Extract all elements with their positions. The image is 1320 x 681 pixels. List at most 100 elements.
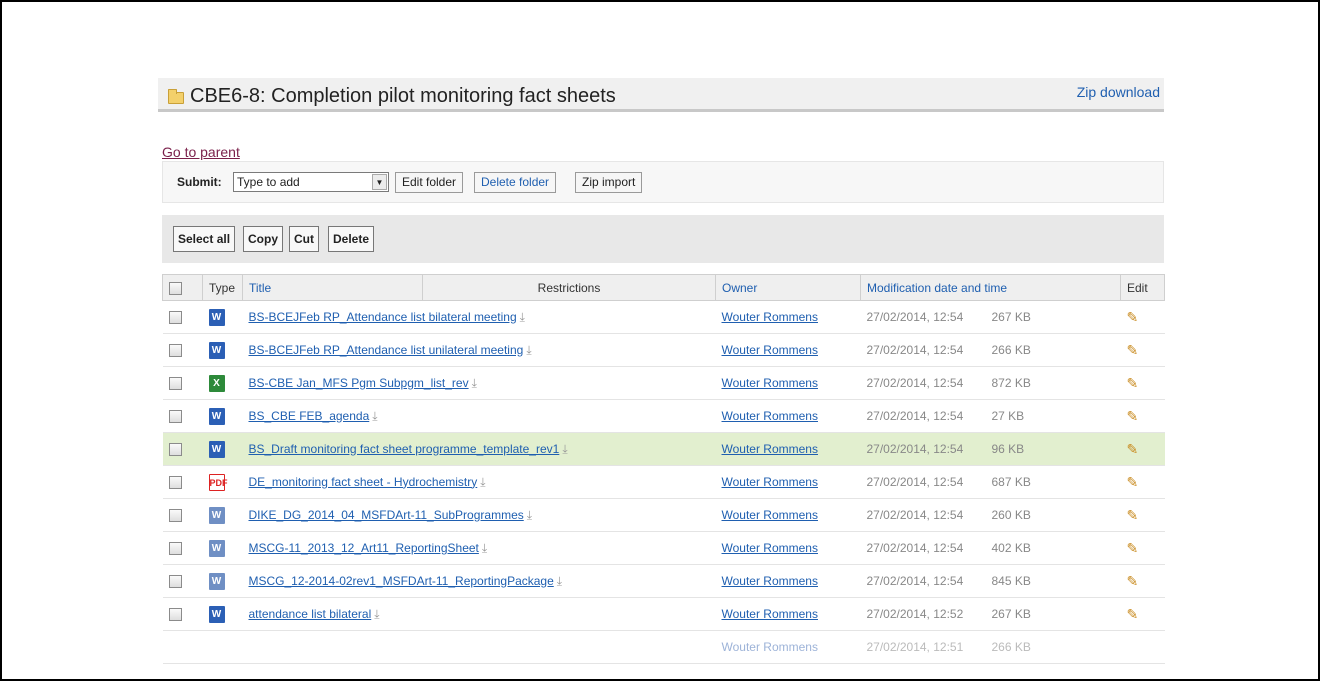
file-title-link[interactable]: BS_CBE FEB_agenda xyxy=(249,409,370,423)
row-checkbox-cell[interactable] xyxy=(162,333,203,367)
edit-cell[interactable]: ✎ xyxy=(1120,366,1165,400)
row-checkbox-cell[interactable] xyxy=(162,366,203,400)
edit-cell[interactable] xyxy=(1120,630,1165,664)
row-checkbox[interactable] xyxy=(168,344,182,358)
owner-link[interactable]: Wouter Rommens xyxy=(722,376,818,390)
file-title-link[interactable]: MSCG-11_2013_12_Art11_ReportingSheet xyxy=(249,541,479,555)
row-checkbox-cell[interactable] xyxy=(162,630,203,664)
row-checkbox[interactable] xyxy=(168,311,182,325)
row-checkbox[interactable] xyxy=(168,509,182,523)
pencil-icon[interactable]: ✎ xyxy=(1127,573,1139,590)
download-icon[interactable]: ⤓ xyxy=(520,310,525,324)
row-checkbox[interactable] xyxy=(168,476,182,490)
select-all-button[interactable]: Select all xyxy=(173,226,236,252)
row-checkbox-cell[interactable] xyxy=(162,432,203,466)
copy-button[interactable]: Copy xyxy=(243,226,283,252)
pencil-icon[interactable]: ✎ xyxy=(1127,474,1139,491)
row-checkbox-cell[interactable] xyxy=(162,597,203,631)
title-column-header[interactable]: Title xyxy=(242,274,423,301)
submit-type-select[interactable]: Type to add ▼ xyxy=(233,172,389,192)
download-icon[interactable]: ⤓ xyxy=(372,409,377,423)
edit-cell[interactable]: ✎ xyxy=(1120,465,1165,499)
edit-cell[interactable]: ✎ xyxy=(1120,498,1165,532)
table-row[interactable]: Wattendance list bilateral ⤓ Wouter Rommen… xyxy=(162,597,1165,631)
file-title-link[interactable]: DIKE_DG_2014_04_MSFDArt-11_SubProgrammes xyxy=(249,508,524,522)
row-checkbox[interactable] xyxy=(168,443,182,457)
table-row[interactable]: W MSCG-11_2013_12_Art11_ReportingSheet ⤓ Wo… xyxy=(162,531,1165,565)
pencil-icon[interactable]: ✎ xyxy=(1127,540,1139,557)
download-icon[interactable]: ⤓ xyxy=(472,376,477,390)
modified-column-header[interactable]: Modification date and time xyxy=(860,274,1121,301)
chevron-down-icon[interactable]: ▼ xyxy=(372,174,387,190)
header-checkbox[interactable] xyxy=(169,281,182,295)
select-all-checkbox-header[interactable] xyxy=(162,274,203,301)
owner-link[interactable]: Wouter Rommens xyxy=(722,409,818,423)
edit-cell[interactable]: ✎ xyxy=(1120,300,1165,334)
go-to-parent-link[interactable]: Go to parent xyxy=(162,144,240,160)
owner-link[interactable]: Wouter Rommens xyxy=(722,508,818,522)
owner-link[interactable]: Wouter Rommens xyxy=(722,442,818,456)
download-icon[interactable]: ⤓ xyxy=(374,607,379,621)
row-checkbox-cell[interactable] xyxy=(162,564,203,598)
row-checkbox[interactable] xyxy=(168,542,182,556)
owner-link[interactable]: Wouter Rommens xyxy=(722,607,818,621)
delete-button[interactable]: Delete xyxy=(328,226,375,252)
pencil-icon[interactable]: ✎ xyxy=(1127,606,1139,623)
zip-download-link[interactable]: Zip download xyxy=(1077,84,1160,100)
table-row[interactable]: Wouter Rommens 27/02/2014, 12:51 266 KB xyxy=(162,630,1165,664)
delete-folder-button[interactable]: Delete folder xyxy=(474,172,557,193)
owner-column-header[interactable]: Owner xyxy=(715,274,861,301)
table-row[interactable]: W MSCG_12-2014-02rev1_MSFDArt-11_Reportin… xyxy=(162,564,1165,598)
edit-cell[interactable]: ✎ xyxy=(1120,399,1165,433)
pencil-icon[interactable]: ✎ xyxy=(1127,309,1139,326)
pencil-icon[interactable]: ✎ xyxy=(1127,342,1139,359)
edit-cell[interactable]: ✎ xyxy=(1120,564,1165,598)
download-icon[interactable]: ⤓ xyxy=(562,442,567,456)
owner-link[interactable]: Wouter Rommens xyxy=(722,343,818,357)
owner-link[interactable]: Wouter Rommens xyxy=(722,310,818,324)
owner-link[interactable]: Wouter Rommens xyxy=(722,475,818,489)
file-title-link[interactable]: BS-CBE Jan_MFS Pgm Subpgm_list_rev xyxy=(249,376,469,390)
edit-folder-button[interactable]: Edit folder xyxy=(395,172,464,193)
row-checkbox-cell[interactable] xyxy=(162,300,203,334)
row-checkbox[interactable] xyxy=(168,410,182,424)
download-icon[interactable]: ⤓ xyxy=(557,574,562,588)
edit-cell[interactable]: ✎ xyxy=(1120,597,1165,631)
owner-cell[interactable]: Wouter Rommens xyxy=(715,630,861,664)
download-icon[interactable]: ⤓ xyxy=(482,541,487,555)
file-title-link[interactable]: MSCG_12-2014-02rev1_MSFDArt-11_Reporting… xyxy=(249,574,554,588)
row-checkbox-cell[interactable] xyxy=(162,465,203,499)
download-icon[interactable]: ⤓ xyxy=(480,475,485,489)
row-checkbox[interactable] xyxy=(168,377,182,391)
edit-cell[interactable]: ✎ xyxy=(1120,531,1165,565)
cut-button[interactable]: Cut xyxy=(289,226,319,252)
table-row[interactable]: X BS-CBE Jan_MFS Pgm Subpgm_list_rev ⤓ Wout… xyxy=(162,366,1165,400)
table-row[interactable]: W BS_CBE FEB_agenda ⤓ Wouter Rommens 27/02/2… xyxy=(162,399,1165,433)
pencil-icon[interactable]: ✎ xyxy=(1127,408,1139,425)
edit-cell[interactable]: ✎ xyxy=(1120,432,1165,466)
owner-link[interactable]: Wouter Rommens xyxy=(722,541,818,555)
row-checkbox-cell[interactable] xyxy=(162,498,203,532)
file-title-link[interactable]: attendance list bilateral xyxy=(249,607,372,621)
pencil-icon[interactable]: ✎ xyxy=(1127,507,1139,524)
pencil-icon[interactable]: ✎ xyxy=(1127,441,1139,458)
file-title-link[interactable]: BS_Draft monitoring fact sheet programme… xyxy=(249,442,560,456)
table-row[interactable]: PDF DE_monitoring fact sheet - Hydrochemi… xyxy=(162,465,1165,499)
edit-cell[interactable]: ✎ xyxy=(1120,333,1165,367)
table-row[interactable]: W DIKE_DG_2014_04_MSFDArt-11_SubProgramme… xyxy=(162,498,1165,532)
row-checkbox[interactable] xyxy=(168,575,182,589)
file-title-link[interactable]: BS-BCEJFeb RP_Attendance list unilateral… xyxy=(249,343,524,357)
table-row[interactable]: W BS-BCEJFeb RP_Attendance list bilateral… xyxy=(162,300,1165,334)
table-row[interactable]: W BS-BCEJFeb RP_Attendance list unilatera… xyxy=(162,333,1165,367)
download-icon[interactable]: ⤓ xyxy=(526,343,531,357)
pencil-icon[interactable]: ✎ xyxy=(1127,375,1139,392)
file-title-link[interactable]: BS-BCEJFeb RP_Attendance list bilateral … xyxy=(249,310,517,324)
table-row[interactable]: W BS_Draft monitoring fact sheet programm… xyxy=(162,432,1165,466)
download-icon[interactable]: ⤓ xyxy=(527,508,532,522)
row-checkbox[interactable] xyxy=(168,608,182,622)
row-checkbox-cell[interactable] xyxy=(162,531,203,565)
row-checkbox-cell[interactable] xyxy=(162,399,203,433)
owner-link[interactable]: Wouter Rommens xyxy=(722,574,818,588)
zip-import-button[interactable]: Zip import xyxy=(575,172,643,193)
file-title-link[interactable]: DE_monitoring fact sheet - Hydrochemistr… xyxy=(249,475,478,489)
